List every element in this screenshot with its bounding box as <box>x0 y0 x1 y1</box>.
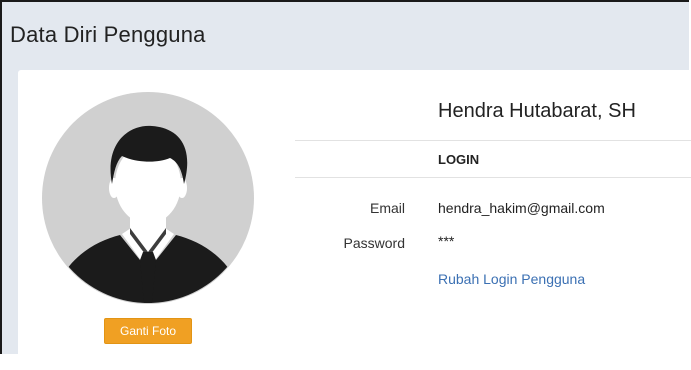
user-avatar-icon <box>42 92 254 304</box>
email-value: hendra_hakim@gmail.com <box>438 200 605 216</box>
panel-title: Data Diri Pengguna <box>10 22 206 47</box>
profile-card: Ganti Foto Hendra Hutabarat, SH LOGIN Em… <box>18 70 691 370</box>
login-section-heading: LOGIN <box>438 152 480 167</box>
email-label: Email <box>369 200 405 216</box>
divider <box>295 177 691 178</box>
password-value: *** <box>438 233 455 249</box>
user-name: Hendra Hutabarat, SH <box>438 100 636 122</box>
password-label: Password <box>343 235 405 251</box>
panel: Data Diri Pengguna Ganti Foto Hendra Hut… <box>0 0 691 370</box>
change-login-link[interactable]: Rubah Login Pengguna <box>438 271 585 287</box>
divider <box>295 140 691 141</box>
change-photo-button[interactable]: Ganti Foto <box>104 318 192 344</box>
